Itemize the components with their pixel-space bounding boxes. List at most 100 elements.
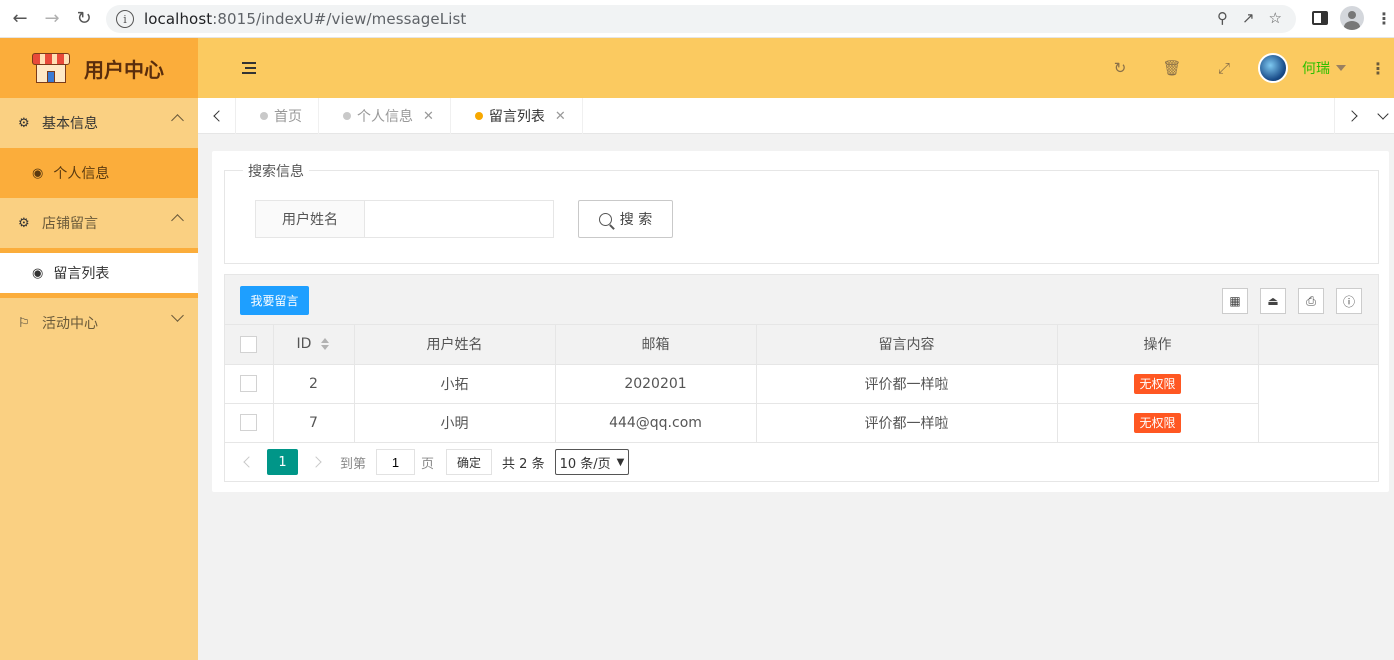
- info-icon[interactable]: ⓘ: [1336, 288, 1362, 314]
- dashboard-icon: ◉: [32, 265, 44, 281]
- site-info-icon[interactable]: i: [116, 10, 134, 28]
- avatar[interactable]: [1258, 53, 1288, 83]
- refresh-icon[interactable]: ↻: [1094, 59, 1146, 77]
- close-icon[interactable]: ✕: [423, 109, 434, 124]
- cell-spacer: [1258, 364, 1378, 403]
- tabs-scroll-right-button[interactable]: [1334, 98, 1372, 134]
- trash-icon[interactable]: 🗑: [1146, 59, 1198, 77]
- tab-message-list[interactable]: 留言列表 ✕: [451, 98, 583, 134]
- column-header-spacer: [1258, 325, 1378, 365]
- logo-area: 用户中心: [0, 38, 198, 98]
- column-header-content: 留言内容: [756, 325, 1058, 365]
- menu-toggle-icon[interactable]: [242, 62, 256, 74]
- dashboard-icon: ◉: [32, 165, 44, 181]
- goto-prefix: 到第: [340, 456, 367, 472]
- column-header-name: 用户姓名: [354, 325, 556, 365]
- goto-confirm-button[interactable]: 确定: [446, 449, 493, 475]
- gears-icon: ⚙: [18, 215, 30, 231]
- profile-icon[interactable]: [1340, 6, 1364, 30]
- tab-dot-icon: [260, 112, 268, 120]
- search-button[interactable]: 搜 索: [578, 200, 673, 238]
- sidebar-group-label: 活动中心: [42, 316, 98, 332]
- cell-email: 2020201: [555, 364, 757, 404]
- cell-id: 7: [273, 403, 355, 443]
- sidebar-group-label: 店铺留言: [42, 216, 98, 232]
- cell-name: 小明: [354, 403, 556, 443]
- no-permission-badge: 无权限: [1134, 412, 1181, 433]
- page-size-value: 10 条/页: [559, 456, 611, 472]
- sidebar-item-message-list[interactable]: ◉ 留言列表: [0, 248, 198, 298]
- column-header-action: 操作: [1057, 325, 1259, 365]
- star-icon[interactable]: ☆: [1269, 9, 1282, 27]
- address-bar[interactable]: i localhost:8015/indexU#/view/messageLis…: [106, 5, 1296, 33]
- back-icon[interactable]: ←: [4, 3, 36, 35]
- cell-spacer: [1258, 403, 1378, 443]
- tabs-scroll-left-button[interactable]: [198, 98, 236, 134]
- cell-name: 小拓: [354, 364, 556, 404]
- chevron-down-icon: [1377, 108, 1389, 120]
- key-icon[interactable]: ⚲: [1217, 9, 1228, 27]
- add-message-button[interactable]: 我要留言: [240, 286, 309, 315]
- row-select-cell: [225, 403, 274, 443]
- gears-icon: ⚙: [18, 115, 30, 131]
- close-icon[interactable]: ✕: [555, 109, 566, 124]
- data-table: ID 用户姓名 邮箱 留言内容 操作 2 小拓 2020201 评价都一样啦 无…: [225, 325, 1378, 443]
- fullscreen-icon[interactable]: ⤢: [1198, 59, 1250, 77]
- share-icon[interactable]: ↗: [1242, 9, 1255, 27]
- table-row: 2 小拓 2020201 评价都一样啦 无权限: [225, 364, 1378, 404]
- browser-menu-icon[interactable]: ⋮: [1376, 9, 1392, 28]
- row-select-cell: [225, 364, 274, 404]
- caret-down-icon[interactable]: [1336, 65, 1346, 71]
- columns-filter-icon[interactable]: ▦: [1222, 288, 1248, 314]
- table-row: 7 小明 444@qq.com 评价都一样啦 无权限: [225, 403, 1378, 443]
- export-icon[interactable]: ⏏: [1260, 288, 1286, 314]
- goto-suffix: 页: [421, 456, 435, 472]
- cell-id: 2: [273, 364, 355, 404]
- sidebar-item-label: 留言列表: [53, 266, 110, 282]
- chevron-right-icon[interactable]: [310, 456, 322, 468]
- side-panel-icon[interactable]: [1312, 11, 1328, 25]
- goto-page-input[interactable]: [376, 449, 416, 475]
- print-icon[interactable]: ⎙: [1298, 288, 1324, 314]
- message-table: 我要留言 ▦ ⏏ ⎙ ⓘ ID 用户姓名 邮箱 留言内容 操作 2 小拓 202…: [224, 274, 1379, 482]
- select-all-cell: [225, 325, 274, 365]
- chevron-right-icon: [1345, 110, 1358, 122]
- sidebar-group-shop-messages[interactable]: ⚙ 店铺留言: [0, 198, 198, 248]
- sort-icon[interactable]: [321, 338, 330, 351]
- chevron-down-icon: ▼: [616, 456, 625, 468]
- tabs-dropdown-button[interactable]: [1372, 98, 1394, 134]
- cell-content: 评价都一样啦: [756, 364, 1058, 404]
- flag-icon: ⚐: [18, 315, 30, 331]
- sidebar-group-basic-info[interactable]: ⚙ 基本信息: [0, 98, 198, 148]
- forward-icon[interactable]: →: [36, 3, 68, 35]
- url-text: localhost:8015/indexU#/view/messageList: [144, 10, 467, 28]
- tab-home[interactable]: 首页: [236, 98, 319, 134]
- user-name[interactable]: 何瑞: [1302, 58, 1330, 78]
- pagination: 1 到第 页 确定 共 2 条 10 条/页 ▼: [225, 443, 1378, 482]
- chevron-down-icon: [171, 309, 184, 322]
- total-count: 共 2 条: [502, 456, 545, 472]
- sidebar-group-activity-center[interactable]: ⚐ 活动中心: [0, 298, 198, 348]
- content-card: 搜索信息 用户姓名 搜 索 我要留言 ▦ ⏏ ⎙ ⓘ ID 用户姓名 邮箱 留言…: [212, 151, 1389, 492]
- sidebar-group-label: 基本信息: [42, 116, 98, 132]
- chevron-left-icon[interactable]: [243, 456, 255, 468]
- more-icon[interactable]: ⋮: [1370, 59, 1386, 78]
- table-header-row: ID 用户姓名 邮箱 留言内容 操作: [225, 325, 1378, 365]
- select-all-checkbox[interactable]: [240, 335, 258, 353]
- chevron-left-icon: [212, 110, 225, 122]
- row-checkbox[interactable]: [240, 414, 258, 431]
- page-current[interactable]: 1: [267, 449, 298, 475]
- page-size-select[interactable]: 10 条/页 ▼: [554, 449, 630, 475]
- column-header-id[interactable]: ID: [273, 325, 355, 365]
- tab-dot-icon: [474, 112, 483, 120]
- tab-personal-info[interactable]: 个人信息 ✕: [319, 98, 451, 134]
- row-checkbox[interactable]: [240, 375, 258, 392]
- sidebar-item-personal-info[interactable]: ◉ 个人信息: [0, 148, 198, 198]
- username-search-input[interactable]: [364, 200, 554, 238]
- search-icon: [598, 212, 612, 226]
- logo-title: 用户中心: [84, 57, 164, 82]
- tab-dot-icon: [343, 112, 351, 120]
- chevron-up-icon: [171, 114, 184, 127]
- reload-icon[interactable]: ↻: [68, 3, 100, 35]
- tab-label: 首页: [274, 109, 302, 125]
